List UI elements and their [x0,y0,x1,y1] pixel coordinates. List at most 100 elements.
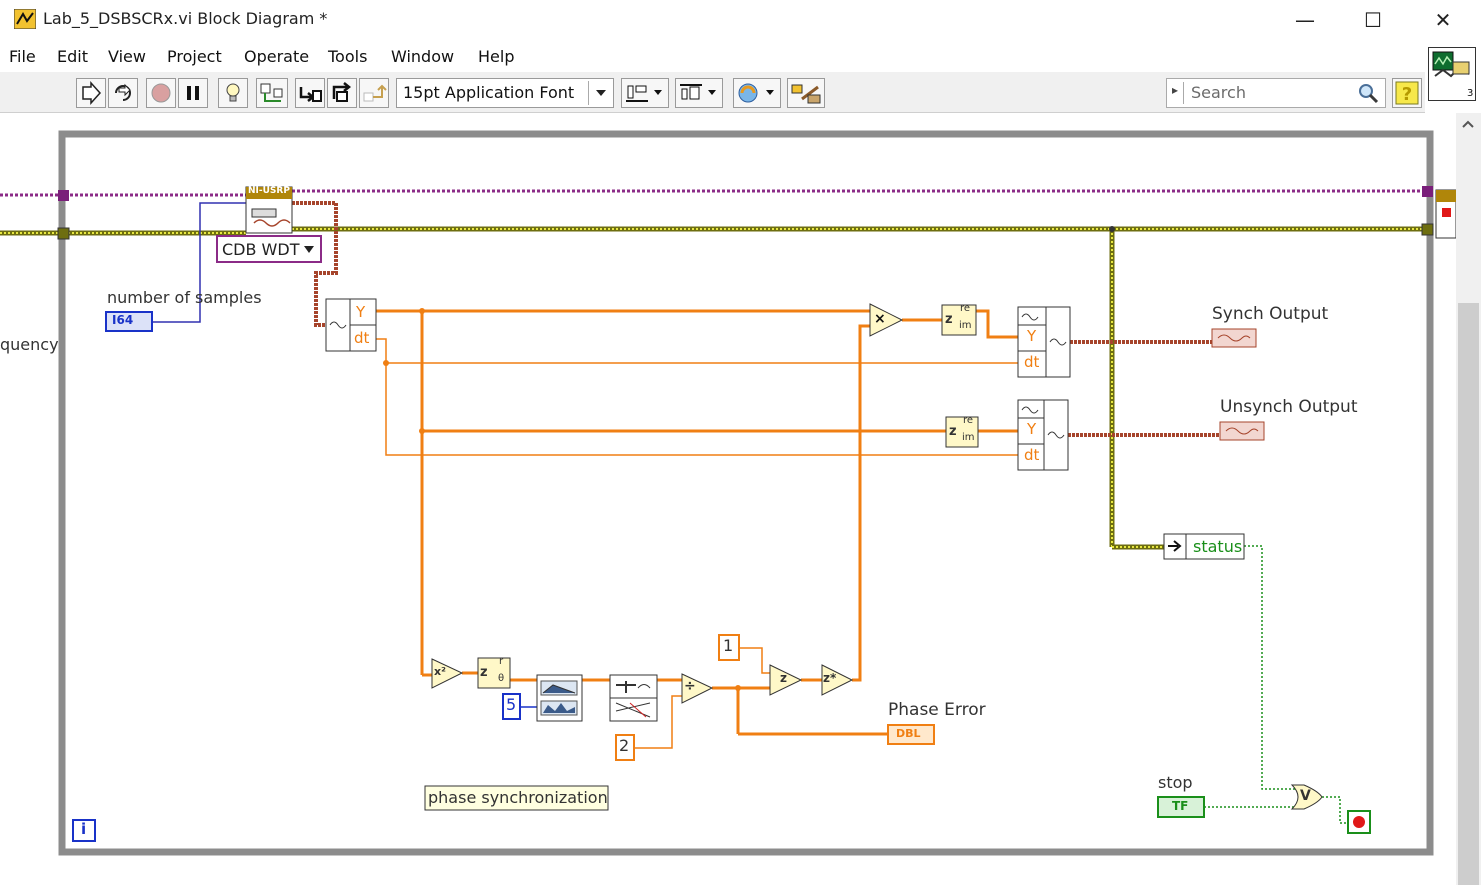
error-tunnel-left [57,227,70,240]
y-terminal-label: Y [356,303,366,321]
menu-bar: File Edit View Project Operate Tools Win… [0,43,1425,71]
vi-icon-graphic: 3 [1432,51,1473,99]
reim1-im: im [959,320,972,331]
conjugate-symbol: z* [823,671,837,685]
abort-icon [151,83,171,103]
toolbar: 15pt Application Font ▸ Search [0,72,1425,113]
menu-help[interactable]: Help [478,47,514,66]
ref-tunnel-right [1422,186,1433,197]
menu-edit[interactable]: Edit [57,47,88,66]
title-bar: Lab_5_DSBSCRx.vi Block Diagram * — ☐ ✕ [0,0,1481,40]
reim1-z: z [945,312,953,327]
cleanup-diagram-icon [791,84,821,104]
vertical-scrollbar[interactable] [1456,113,1481,885]
usrp-header-label: NI-USRP [248,186,290,196]
run-arrow-icon [82,81,102,105]
build2-dt-label: dt [1024,446,1040,464]
wire-junction [419,428,425,434]
search-placeholder: Search [1191,83,1246,102]
or-output-wire [1322,796,1348,824]
step-out-button[interactable] [359,78,389,108]
highlight-execution-button[interactable] [218,78,248,108]
window-title: Lab_5_DSBSCRx.vi Block Diagram * [43,9,328,28]
pause-button[interactable] [178,78,208,108]
retain-wire-values-button[interactable] [256,78,288,108]
step-into-icon [299,87,322,102]
reorder-button[interactable] [733,78,781,108]
stop-if-true-icon [1353,816,1365,828]
polar-to-complex-z: z [780,671,787,685]
menu-operate[interactable]: Operate [244,47,309,66]
error-tunnel-right [1421,223,1434,236]
ref-tunnel-left [58,190,69,201]
status-bool-wire [1244,545,1296,790]
search-icon[interactable] [1355,81,1381,105]
menu-window[interactable]: Window [391,47,454,66]
cleanup-diagram-button[interactable] [787,78,825,108]
step-out-icon [363,84,387,102]
const-5-value: 5 [506,695,517,714]
close-button[interactable]: ✕ [1413,0,1473,40]
align-objects-button[interactable] [621,78,669,108]
polar-z: z [480,665,488,680]
pause-icon [187,86,199,100]
phase-error-type: DBL [896,727,921,740]
help-icon: ? [1395,81,1419,105]
chevron-down-icon [596,90,606,96]
align-icon [626,85,662,102]
reorder-icon [738,83,774,103]
vi-icon[interactable]: 3 [1428,47,1476,101]
minimize-button[interactable]: — [1275,0,1335,40]
search-field[interactable]: ▸ Search [1166,78,1386,108]
distribute-objects-button[interactable] [675,78,723,108]
reim2-re: re [963,415,974,426]
number-of-samples-type: I64 [112,313,134,327]
polar-r: r [499,656,504,667]
run-button[interactable] [76,78,106,108]
scroll-up-icon[interactable] [1461,119,1475,129]
step-into-button[interactable] [295,78,325,108]
number-of-samples-label: number of samples [107,288,262,307]
menu-file[interactable]: File [9,47,36,66]
diagram-svg [0,130,1456,856]
step-over-button[interactable] [327,78,357,108]
build2-y-label: Y [1027,420,1037,438]
svg-text:3: 3 [1467,88,1473,99]
dt-terminal-label: dt [354,329,370,347]
const-1-value: 1 [723,636,734,655]
reim2-z: z [949,424,957,439]
const-2-value: 2 [619,736,630,755]
run-continuously-icon [115,83,131,101]
context-help-button[interactable]: ? [1392,78,1422,108]
synch-output-label: Synch Output [1212,304,1329,324]
run-continuously-button[interactable] [108,78,138,108]
scroll-thumb[interactable] [1458,303,1479,885]
reim1-re: re [960,303,971,314]
stop-label: stop [1158,773,1193,792]
polar-theta: θ [498,673,505,684]
wire-junction [735,685,741,691]
chevron-down-icon [304,246,314,253]
font-select[interactable]: 15pt Application Font [396,78,614,108]
error-wire-junction [1109,226,1115,232]
menu-project[interactable]: Project [167,47,222,66]
menu-tools[interactable]: Tools [328,47,367,66]
step-over-icon [332,82,352,102]
block-diagram-canvas[interactable]: NI-USRP CDB WDT number of samples I64 qu… [0,113,1456,885]
session-ref-wire [0,189,1428,197]
or-symbol: V [1300,788,1311,804]
distribute-icon [680,84,716,100]
stop-type: TF [1172,799,1189,813]
build1-y-label: Y [1027,327,1037,345]
usrp-format-ring[interactable]: CDB WDT [216,235,322,263]
abort-button[interactable] [146,78,176,108]
usrp-close-header [1436,190,1456,202]
status-label: status [1193,537,1243,556]
font-select-value: 15pt Application Font [403,83,575,102]
maximize-button[interactable]: ☐ [1343,0,1403,40]
frequency-label-partial: quency [0,335,59,354]
search-scope-icon[interactable]: ▸ [1172,83,1178,97]
build1-dt-label: dt [1024,353,1040,371]
menu-view[interactable]: View [108,47,146,66]
usrp-format-value: CDB WDT [222,240,300,259]
